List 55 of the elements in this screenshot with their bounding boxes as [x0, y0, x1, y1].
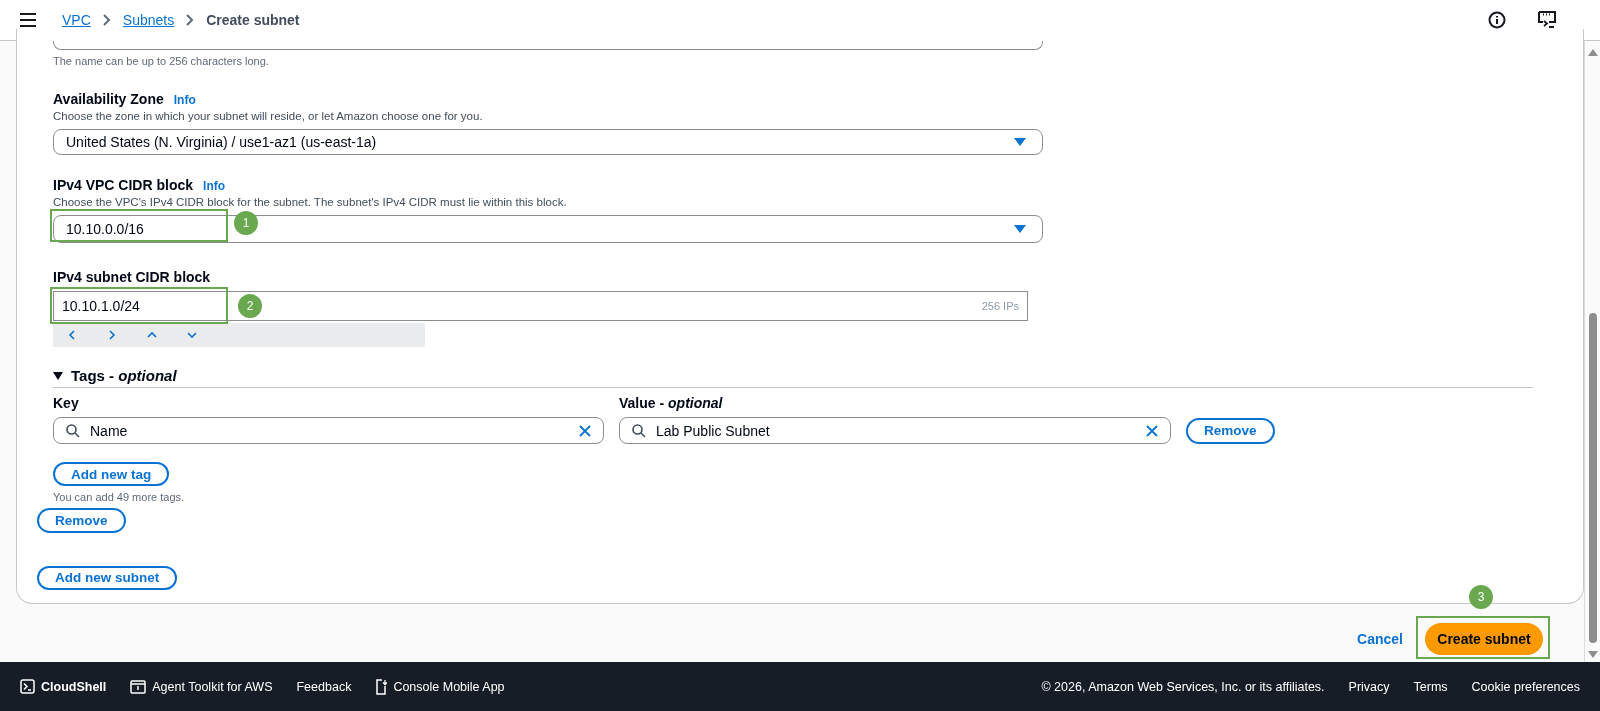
step-badge: 1	[234, 211, 258, 236]
scroll-up-icon[interactable]	[1587, 49, 1598, 56]
zone-select[interactable]: United States (N. Virginia) / use1-az1 (us-east-1a)	[53, 129, 1043, 156]
footer-link[interactable]: Cookie preferences	[1471, 679, 1580, 694]
field-label: IPv4 VPC CIDR block	[53, 177, 194, 194]
caret-down-icon	[1014, 225, 1026, 234]
search-icon	[66, 423, 80, 438]
create-subnet-button[interactable]: Create subnet	[1425, 623, 1543, 655]
info-icon[interactable]	[1488, 11, 1506, 29]
step-badge: 3	[1469, 585, 1493, 609]
name-hint: The name can be up to 256 characters long.	[53, 55, 269, 68]
close-icon[interactable]	[1146, 424, 1158, 437]
column-label: Value - optional	[619, 395, 723, 412]
footer-link[interactable]: CloudShell	[20, 679, 107, 694]
field-label: IPv4 subnet CIDR block	[53, 269, 211, 286]
chevron-left-icon[interactable]	[67, 330, 77, 341]
field-description: Choose the zone in which your subnet will reside, or let Amazon choose one for you.	[53, 110, 483, 123]
add-subnet-button[interactable]: Add new subnet	[37, 565, 178, 590]
info-link[interactable]: Info	[173, 93, 196, 108]
phone-icon	[375, 678, 388, 695]
caret-down-icon[interactable]	[53, 371, 63, 380]
window-icon	[130, 679, 147, 694]
cancel-link[interactable]: Cancel	[1357, 631, 1403, 647]
field-description: Choose the VPC's IPv4 CIDR block for the subnet. The subnet's IPv4 CIDR must lie within this block.	[53, 196, 567, 209]
menu-icon[interactable]	[20, 13, 36, 27]
section-title: Tags - optional	[71, 367, 177, 385]
tag-key-field[interactable]: Name	[53, 417, 604, 445]
remove-subnet-button[interactable]: Remove	[37, 508, 126, 533]
footer-link[interactable]: Feedback	[296, 679, 352, 694]
terminal-icon	[20, 679, 35, 694]
chevron-right-icon	[102, 14, 111, 26]
remove-tag-button[interactable]: Remove	[1186, 417, 1275, 444]
scroll-down-icon[interactable]	[1587, 651, 1598, 658]
breadcrumb-link[interactable]: Subnets	[122, 12, 175, 28]
column-label: Key	[53, 395, 80, 412]
tag-value-field[interactable]: Lab Public Subnet	[619, 417, 1171, 445]
footer-link[interactable]: Agent Toolkit for AWS	[130, 679, 273, 694]
footer-link[interactable]: Console Mobile App	[375, 678, 505, 695]
add-tag-button[interactable]: Add new tag	[53, 462, 170, 487]
step-badge: 2	[238, 294, 262, 319]
chevron-right-icon[interactable]	[107, 330, 117, 341]
breadcrumb-current: Create subnet	[206, 12, 300, 28]
breadcrumb-link[interactable]: VPC	[62, 12, 91, 28]
caret-down-icon	[1014, 138, 1026, 147]
info-link[interactable]: Info	[203, 179, 226, 194]
footer-link[interactable]: Terms	[1413, 679, 1448, 694]
copyright-text: © 2026, Amazon Web Services, Inc. or its affiliates.	[1041, 679, 1325, 694]
tag-limit-note: You can add 49 more tags.	[53, 491, 185, 504]
search-icon	[632, 423, 646, 438]
terminal-screen-icon[interactable]	[1538, 11, 1556, 29]
field-label: Availability Zone	[53, 91, 164, 108]
chevron-right-icon	[186, 14, 195, 26]
chevron-down-icon[interactable]	[187, 330, 197, 341]
close-icon[interactable]	[579, 424, 591, 437]
footer-link[interactable]: Privacy	[1348, 679, 1390, 694]
